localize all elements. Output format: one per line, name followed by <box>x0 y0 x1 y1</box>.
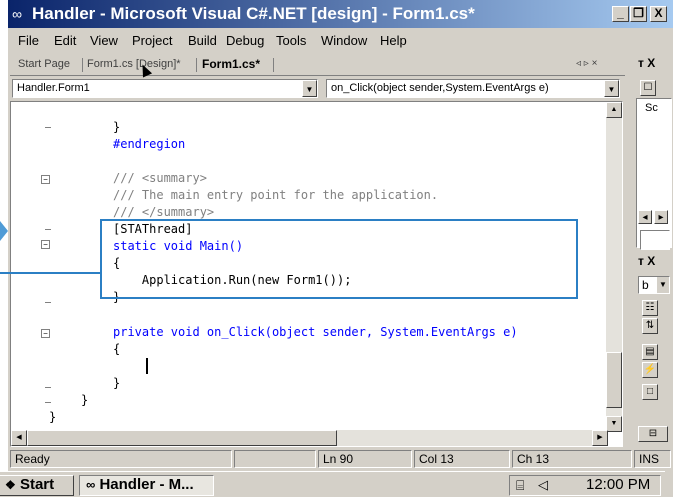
member-selector-dropdown[interactable]: on_Click(object sender,System.EventArgs … <box>326 79 620 98</box>
menu-project[interactable]: Project <box>132 33 172 49</box>
code-line: } <box>81 393 89 407</box>
menu-debug[interactable]: Debug <box>226 33 264 49</box>
menu-bar: File Edit View Project Build Debug Tools… <box>8 30 673 52</box>
status-message-area <box>234 450 316 468</box>
system-tray: ⌸ ◁ 12:00 PM <box>509 475 661 496</box>
class-selector-value: Handler.Form1 <box>17 82 90 94</box>
scroll-down-icon[interactable]: ▼ <box>606 416 622 432</box>
tab-form-code[interactable]: Form1.cs* <box>202 57 260 71</box>
taskbar-item-label: Handler - M... <box>99 476 194 493</box>
menu-file[interactable]: File <box>18 33 39 49</box>
title-bar[interactable]: ∞ Handler - Microsoft Visual C#.NET [des… <box>8 0 673 28</box>
taskbar: ❖ Start ∞ Handler - M... ⌸ ◁ 12:00 PM <box>0 471 665 497</box>
class-selector-dropdown[interactable]: Handler.Form1 ▼ <box>12 79 318 98</box>
scroll-up-icon[interactable]: ▲ <box>606 102 622 118</box>
code-line: { <box>113 342 121 356</box>
window-title: Handler - Microsoft Visual C#.NET [desig… <box>32 4 475 23</box>
fold-collapse-icon[interactable]: − <box>41 329 50 338</box>
fold-collapse-icon[interactable]: − <box>41 175 50 184</box>
split-view-icon[interactable]: ⊟ <box>638 426 668 442</box>
code-line: } <box>113 376 121 390</box>
properties-icon[interactable]: ▤ <box>642 344 658 360</box>
start-label: Start <box>19 476 55 493</box>
panel-splitter[interactable] <box>640 230 670 250</box>
taskbar-item-handler[interactable]: ∞ Handler - M... <box>79 475 214 496</box>
menu-window[interactable]: Window <box>321 33 367 49</box>
code-line: /// The main entry point for the applica… <box>113 188 439 202</box>
vertical-scrollbar[interactable]: ▲ ▼ <box>606 102 622 432</box>
close-button[interactable]: X <box>650 6 667 22</box>
horizontal-scrollbar[interactable]: ◀ ▶ <box>11 430 608 446</box>
solution-explorer-tree[interactable]: Sc <box>636 98 672 248</box>
callout-line <box>0 272 102 274</box>
solution-node-label: Sc <box>645 102 658 114</box>
status-ins: INS <box>634 450 671 468</box>
code-line: /// </summary> <box>113 205 215 219</box>
fold-guide <box>45 302 51 303</box>
property-pages-icon[interactable]: □ <box>642 384 658 400</box>
minimize-button[interactable]: _ <box>612 6 629 22</box>
menu-view[interactable]: View <box>90 33 118 49</box>
alphabetical-sort-icon[interactable]: ⇅ <box>642 318 658 334</box>
text-cursor <box>146 358 148 374</box>
status-column: Col 13 <box>414 450 510 468</box>
volume-icon[interactable]: ◁ <box>538 476 548 494</box>
menu-tools[interactable]: Tools <box>276 33 306 49</box>
horizontal-scroll-thumb[interactable] <box>27 430 337 446</box>
chevron-down-icon[interactable]: ▼ <box>604 80 619 97</box>
scroll-left-icon[interactable]: ◂ <box>638 210 652 224</box>
vertical-scroll-thumb[interactable] <box>606 352 622 408</box>
code-line: } <box>113 120 121 134</box>
clock: 12:00 PM <box>586 476 651 493</box>
code-line: private void on_Click(object sender, Sys… <box>113 325 518 339</box>
scroll-left-icon[interactable]: ◀ <box>11 430 27 446</box>
tab-start-page[interactable]: Start Page <box>18 57 70 71</box>
menu-help[interactable]: Help <box>380 33 407 49</box>
callout-arrow-icon <box>0 221 8 241</box>
chevron-down-icon[interactable]: ▼ <box>302 80 317 97</box>
code-line: /// <summary> <box>113 171 207 185</box>
panel-toolbar-icon[interactable]: ☐ <box>640 80 656 96</box>
menu-build[interactable]: Build <box>188 33 217 49</box>
network-icon[interactable]: ⌸ <box>516 476 524 494</box>
restore-button[interactable]: ❐ <box>630 6 647 22</box>
tab-nav-arrows-icon[interactable]: ◃ ▹ × <box>576 57 597 71</box>
member-selector-value: on_Click(object sender,System.EventArgs … <box>331 82 549 94</box>
on-click-highlight-box <box>100 219 578 299</box>
status-bar: Ready Ln 90 Col 13 Ch 13 INS <box>8 448 673 470</box>
vs-app-icon: ∞ <box>86 477 96 492</box>
windows-logo-icon: ❖ <box>5 478 16 492</box>
fold-guide <box>45 402 51 403</box>
code-line: } <box>49 410 57 424</box>
tab-separator <box>196 58 197 72</box>
fold-guide <box>45 127 51 128</box>
status-ready: Ready <box>10 450 232 468</box>
tab-separator <box>82 58 83 72</box>
fold-collapse-icon[interactable]: − <box>41 240 50 249</box>
chevron-down-icon[interactable]: ▼ <box>657 277 669 293</box>
menu-edit[interactable]: Edit <box>54 33 76 49</box>
pin-close-icon[interactable]: т X <box>638 254 655 268</box>
vs-app-icon: ∞ <box>12 6 22 22</box>
fold-guide <box>45 387 51 388</box>
document-tabs: Start Page Form1.cs [Design]* Form1.cs* … <box>10 54 625 78</box>
properties-object-value: b <box>642 278 649 292</box>
side-tool-panel: т X ☐ Sc ◂ ▸ т X b ▼ ☷ ⇅ ▤ ⚡ □ ⊟ <box>634 54 673 446</box>
fold-guide <box>45 229 51 230</box>
tab-separator <box>273 58 274 72</box>
scroll-right-icon[interactable]: ▶ <box>592 430 608 446</box>
tab-form-design[interactable]: Form1.cs [Design]* <box>87 57 181 71</box>
events-icon[interactable]: ⚡ <box>642 362 658 378</box>
code-line: #endregion <box>113 137 186 151</box>
pin-close-icon[interactable]: т X <box>638 56 655 70</box>
properties-object-dropdown[interactable]: b ▼ <box>638 276 670 294</box>
start-button[interactable]: ❖ Start <box>0 475 74 496</box>
status-line: Ln 90 <box>318 450 412 468</box>
status-char: Ch 13 <box>512 450 632 468</box>
scroll-right-icon[interactable]: ▸ <box>654 210 668 224</box>
categorized-icon[interactable]: ☷ <box>642 300 658 316</box>
